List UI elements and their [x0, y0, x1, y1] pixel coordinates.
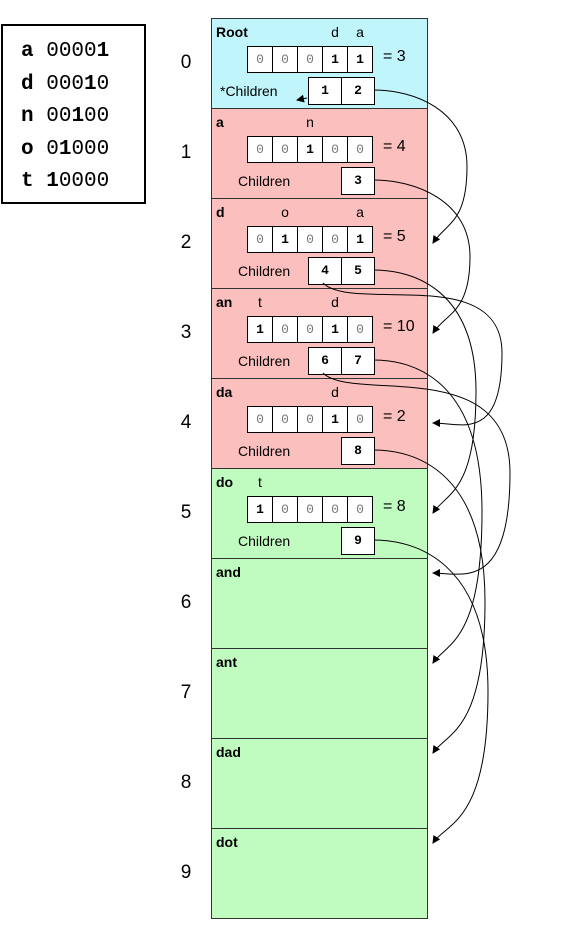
- child-arrow-2: [373, 89, 468, 244]
- child-arrow-8: [373, 449, 486, 754]
- child-arrow-7: [373, 359, 483, 664]
- child-pointer-arrows: [296, 89, 511, 844]
- child-arrow-5: [373, 269, 477, 514]
- child-arrow-9: [373, 539, 489, 844]
- child-arrow-6: [322, 372, 511, 578]
- child-arrow-1: [296, 94, 308, 103]
